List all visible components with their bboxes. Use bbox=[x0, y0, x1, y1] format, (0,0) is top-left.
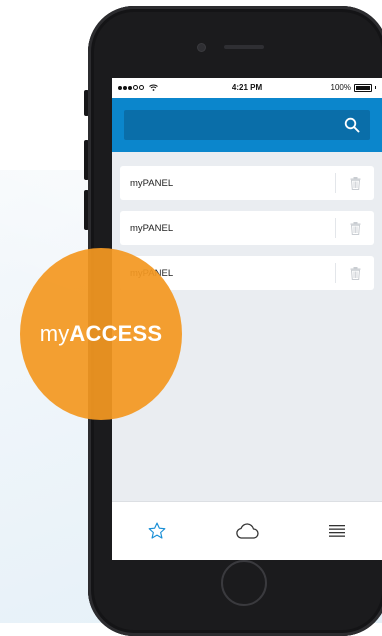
menu-icon bbox=[329, 525, 345, 537]
status-bar: 4:21 PM 100% bbox=[112, 78, 382, 98]
trash-icon bbox=[350, 266, 360, 280]
tab-bar bbox=[112, 501, 382, 560]
list-item[interactable]: myPANEL bbox=[120, 211, 374, 245]
list-item[interactable]: myPANEL bbox=[120, 166, 374, 200]
trash-icon bbox=[350, 221, 360, 235]
search-icon[interactable] bbox=[344, 117, 360, 133]
star-icon bbox=[148, 522, 166, 539]
search-input[interactable] bbox=[124, 110, 370, 140]
myaccess-logo: my ACCESS bbox=[20, 248, 182, 420]
battery-percent: 100% bbox=[330, 83, 351, 92]
delete-button[interactable] bbox=[336, 221, 374, 235]
tab-cloud[interactable] bbox=[217, 511, 277, 551]
front-camera bbox=[198, 44, 205, 51]
logo-prefix: my bbox=[39, 321, 70, 346]
delete-button[interactable] bbox=[336, 266, 374, 280]
cloud-icon bbox=[236, 523, 259, 539]
tab-favorites[interactable] bbox=[127, 511, 187, 551]
panel-label: myPANEL bbox=[130, 222, 174, 234]
logo-suffix: ACCESS bbox=[69, 321, 163, 346]
home-button bbox=[221, 560, 267, 606]
battery-icon bbox=[354, 83, 372, 92]
trash-icon bbox=[350, 176, 360, 190]
panel-label: myPANEL bbox=[130, 177, 174, 189]
battery-indicator: 100% bbox=[331, 83, 376, 92]
tab-menu[interactable] bbox=[307, 511, 367, 551]
delete-button[interactable] bbox=[336, 176, 374, 190]
earpiece-speaker bbox=[224, 45, 264, 49]
app-header bbox=[112, 98, 382, 152]
